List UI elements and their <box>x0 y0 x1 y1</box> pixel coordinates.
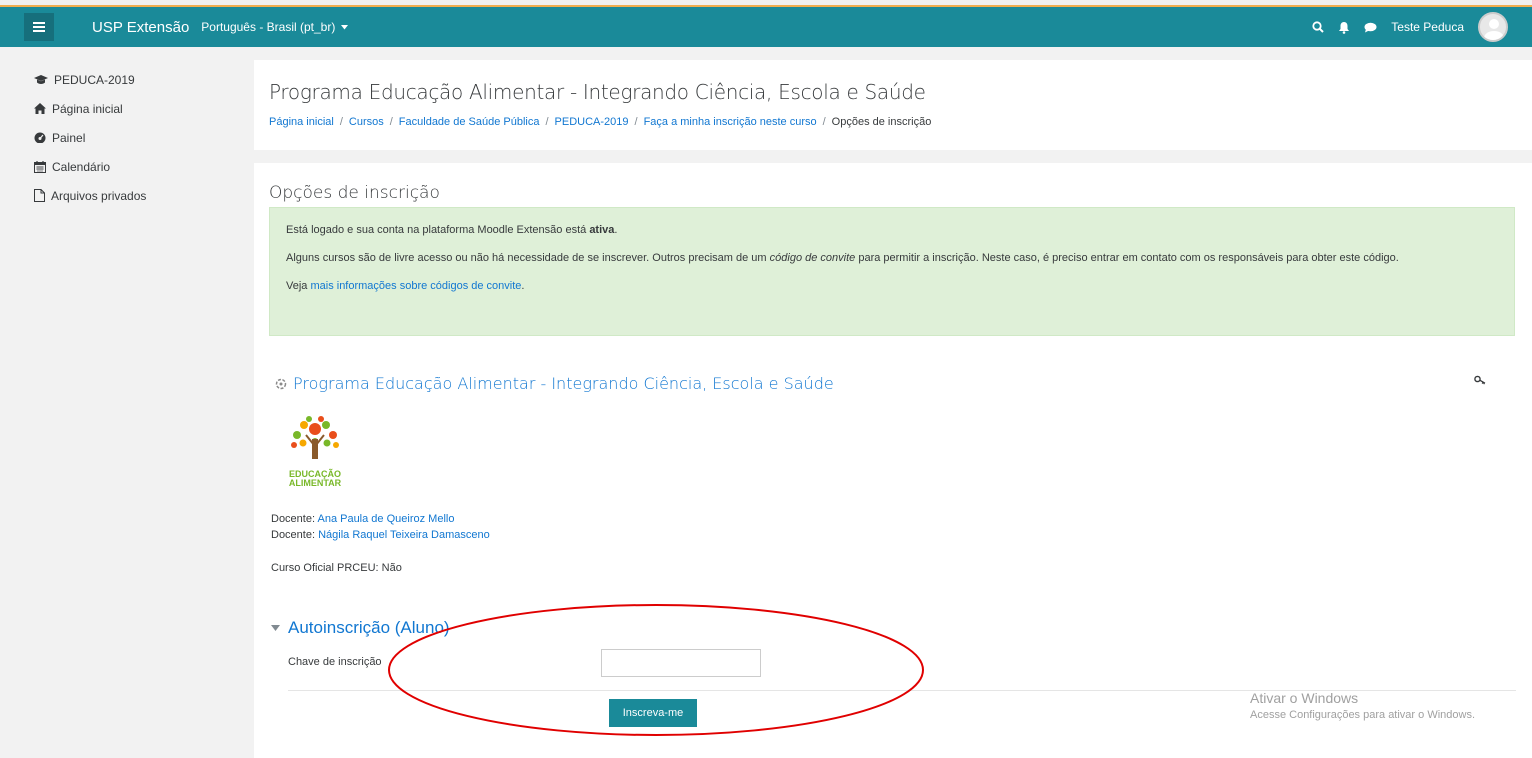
watermark-title: Ativar o Windows <box>1250 690 1359 706</box>
page-header: Programa Educação Alimentar - Integrando… <box>254 60 1532 150</box>
sidebar-item-calendar[interactable]: Calendário <box>10 152 240 181</box>
sidebar-item-course[interactable]: PEDUCA-2019 <box>10 69 240 90</box>
sidebar-item-label: PEDUCA-2019 <box>54 72 135 87</box>
breadcrumb-enrol[interactable]: Faça a minha inscrição neste curso <box>644 116 817 128</box>
sidebar-item-label: Calendário <box>52 159 111 174</box>
top-navbar: USP Extensão Português - Brasil (pt_br) … <box>0 7 1532 47</box>
self-enrol-section-toggle[interactable]: Autoinscrição (Aluno) <box>271 618 450 638</box>
file-icon <box>34 189 45 202</box>
sidebar-item-label: Página inicial <box>52 101 123 116</box>
logo-word-2: ALIMENTAR <box>289 478 342 488</box>
avatar[interactable] <box>1478 12 1508 42</box>
user-menu-name[interactable]: Teste Peduca <box>1391 20 1464 34</box>
breadcrumb-separator: / <box>545 116 549 128</box>
breadcrumb-separator: / <box>339 116 343 128</box>
breadcrumb-home[interactable]: Página inicial <box>269 116 334 128</box>
teacher-list: Docente: Ana Paula de Queiroz Mello Doce… <box>271 511 490 543</box>
alert-line-2: Alguns cursos são de livre acesso ou não… <box>286 252 1399 264</box>
breadcrumb-separator: / <box>389 116 393 128</box>
language-selector[interactable]: Português - Brasil (pt_br) <box>201 20 349 34</box>
site-name-link[interactable]: USP Extensão <box>92 19 189 36</box>
teacher-link[interactable]: Nágila Raquel Teixeira Damasceno <box>318 529 490 541</box>
alert-line-3: Veja mais informações sobre códigos de c… <box>286 280 525 292</box>
calendar-icon <box>34 160 46 173</box>
windows-activation-watermark: Ativar o Windows Acesse Configurações pa… <box>1250 690 1475 721</box>
hamburger-icon <box>33 22 45 32</box>
sidebar-item-label: Painel <box>52 130 86 145</box>
alert-line-1: Está logado e sua conta na plataforma Mo… <box>286 224 618 236</box>
section-title: Opções de inscrição <box>269 183 440 203</box>
sidebar-item-private-files[interactable]: Arquivos privados <box>10 181 240 210</box>
breadcrumb-separator: / <box>634 116 638 128</box>
teacher-item: Docente: Ana Paula de Queiroz Mello <box>271 513 455 525</box>
course-name-link[interactable]: Programa Educação Alimentar - Integrando… <box>293 374 834 393</box>
sidebar-nav: PEDUCA-2019 Página inicial Painel Calend… <box>10 60 240 758</box>
course-name: Programa Educação Alimentar - Integrando… <box>275 374 834 393</box>
breadcrumb-course[interactable]: PEDUCA-2019 <box>555 116 629 128</box>
teacher-item: Docente: Nágila Raquel Teixeira Damascen… <box>271 529 490 541</box>
caret-down-icon <box>341 24 349 29</box>
enrol-key-label: Chave de inscrição <box>288 656 382 668</box>
course-logo-image: EDUCAÇÃO ALIMENTAR <box>279 411 351 491</box>
breadcrumb-faculty[interactable]: Faculdade de Saúde Pública <box>399 116 540 128</box>
menu-toggle-button[interactable] <box>24 13 54 41</box>
language-label: Português - Brasil (pt_br) <box>201 20 336 34</box>
sidebar-item-home[interactable]: Página inicial <box>10 94 240 123</box>
invite-code-info-link[interactable]: mais informações sobre códigos de convit… <box>310 280 521 292</box>
breadcrumb: Página inicial / Cursos / Faculdade de Saú… <box>269 116 931 128</box>
teacher-link[interactable]: Ana Paula de Queiroz Mello <box>317 513 454 525</box>
main-content: Opções de inscrição Está logado e sua co… <box>254 163 1532 758</box>
enrol-me-button[interactable]: Inscreva-me <box>609 699 697 727</box>
caret-down-icon <box>271 625 280 631</box>
self-enrol-section-title: Autoinscrição (Aluno) <box>288 618 450 637</box>
breadcrumb-current: Opções de inscrição <box>831 116 932 128</box>
search-icon[interactable] <box>1312 21 1324 33</box>
course-icon <box>275 378 287 389</box>
breadcrumb-courses[interactable]: Cursos <box>349 116 384 128</box>
home-icon <box>34 103 46 114</box>
sidebar-item-dashboard[interactable]: Painel <box>10 123 240 152</box>
official-course-status: Curso Oficial PRCEU: Não <box>271 562 402 574</box>
graduation-cap-icon <box>34 74 48 84</box>
enrol-key-input[interactable] <box>601 649 761 677</box>
browser-top-strip <box>0 0 1532 7</box>
watermark-subtitle: Acesse Configurações para ativar o Windo… <box>1250 709 1475 721</box>
key-icon <box>1474 375 1486 385</box>
sidebar-item-label: Arquivos privados <box>51 188 147 203</box>
bell-icon[interactable] <box>1338 21 1350 34</box>
info-alert: Está logado e sua conta na plataforma Mo… <box>269 207 1515 336</box>
page-title: Programa Educação Alimentar - Integrando… <box>269 80 926 104</box>
breadcrumb-separator: / <box>822 116 826 128</box>
chat-bubble-icon[interactable] <box>1364 22 1377 33</box>
dashboard-icon <box>34 132 46 143</box>
